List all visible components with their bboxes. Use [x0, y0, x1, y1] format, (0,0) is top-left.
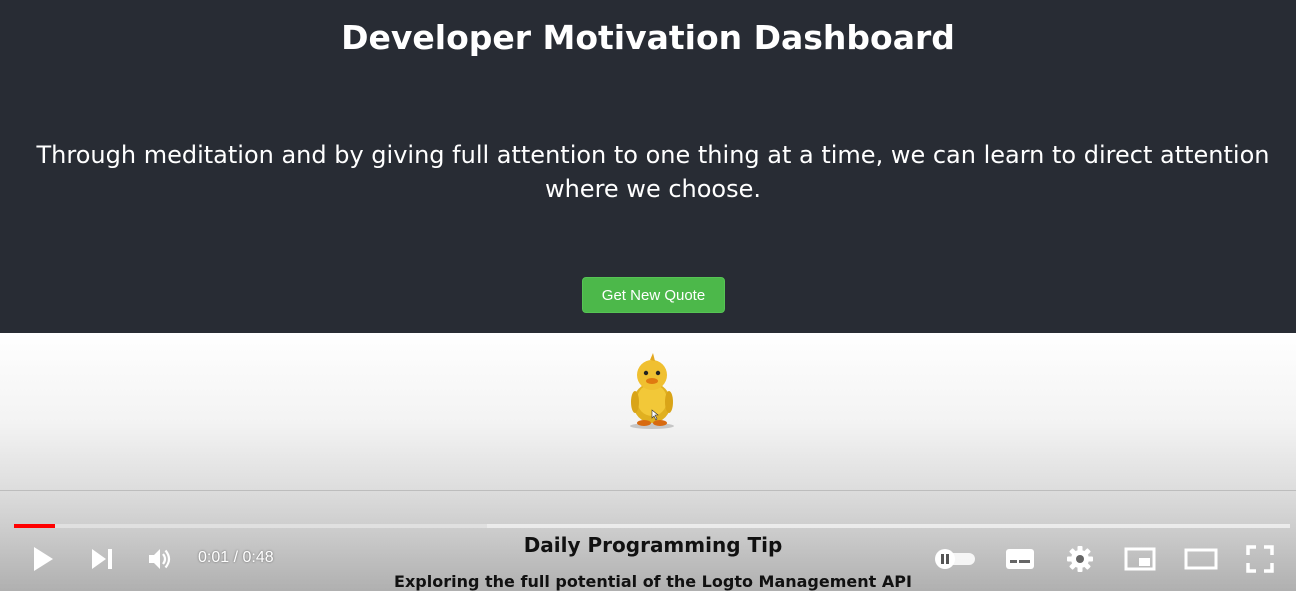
- app-header: Developer Motivation Dashboard Through m…: [0, 0, 1296, 333]
- get-new-quote-button[interactable]: Get New Quote: [582, 277, 725, 313]
- progress-buffered: [14, 524, 487, 528]
- subtitles-button[interactable]: [1004, 546, 1036, 572]
- fullscreen-icon: [1246, 545, 1274, 573]
- page-title: Developer Motivation Dashboard: [341, 18, 955, 57]
- progress-played: [14, 524, 55, 528]
- quote-text: Through meditation and by giving full at…: [36, 141, 1270, 203]
- theater-mode-icon: [1184, 548, 1218, 570]
- autoplay-toggle-icon: [935, 549, 975, 569]
- next-button[interactable]: [88, 545, 116, 573]
- miniplayer-button[interactable]: [1123, 545, 1157, 573]
- volume-icon: [149, 549, 171, 569]
- subtitle-line-1: Daily Programming Tip: [523, 533, 783, 557]
- subtitle-line-2: Exploring the full potential of the Logt…: [394, 572, 912, 591]
- next-icon: [92, 549, 112, 569]
- autoplay-toggle[interactable]: [932, 546, 978, 572]
- time-display: 0:01 / 0:48: [198, 549, 274, 566]
- subtitles-icon: [1006, 549, 1034, 569]
- play-icon: [34, 547, 53, 571]
- theater-mode-button[interactable]: [1183, 545, 1219, 573]
- play-button[interactable]: [28, 545, 58, 573]
- miniplayer-icon: [1124, 547, 1156, 571]
- duck-image: [630, 353, 674, 429]
- fullscreen-button[interactable]: [1244, 544, 1276, 574]
- settings-button[interactable]: [1064, 544, 1096, 574]
- mute-button[interactable]: [146, 545, 176, 573]
- settings-icon: [1067, 546, 1093, 572]
